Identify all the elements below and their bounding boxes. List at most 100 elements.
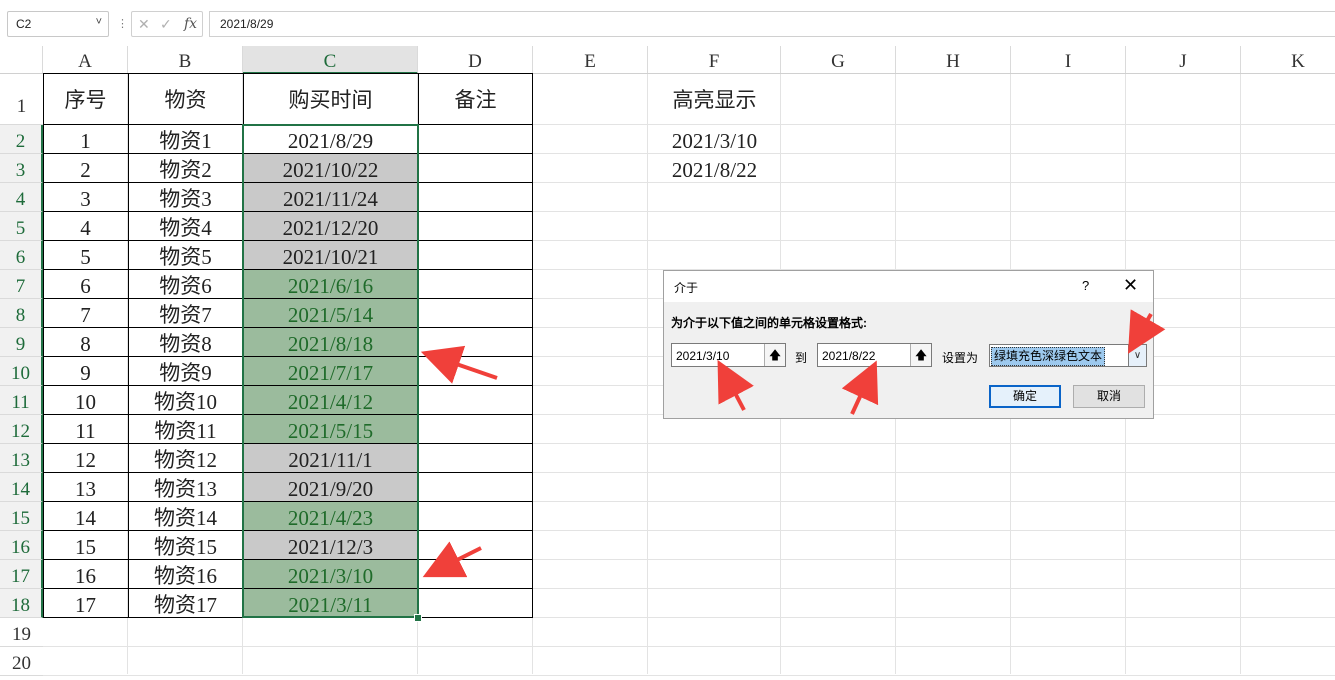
select-all-corner[interactable] <box>0 46 43 74</box>
cancel-icon[interactable]: ✕ <box>138 16 150 33</box>
row-header-5[interactable]: 5 <box>0 212 43 241</box>
row-header-8[interactable]: 8 <box>0 299 43 328</box>
row-header-6[interactable]: 6 <box>0 241 43 270</box>
chevron-down-icon[interactable]: ∨ <box>1128 345 1146 366</box>
row-header-9[interactable]: 9 <box>0 328 43 357</box>
table-cell[interactable]: 物资3 <box>128 183 243 212</box>
row-header-19[interactable]: 19 <box>0 618 43 647</box>
table-header-cell[interactable]: 备注 <box>418 74 533 125</box>
table-cell[interactable]: 16 <box>43 560 128 589</box>
table-border <box>43 443 128 444</box>
highlight-value[interactable]: 2021/8/22 <box>648 154 781 183</box>
row-header-4[interactable]: 4 <box>0 183 43 212</box>
table-cell[interactable]: 物资15 <box>128 531 243 560</box>
column-header-e[interactable]: E <box>533 46 648 74</box>
range-picker-icon[interactable]: 🡅 <box>764 344 785 366</box>
table-cell[interactable]: 物资1 <box>128 125 243 154</box>
column-header-f[interactable]: F <box>648 46 781 74</box>
gridline <box>1240 74 1241 674</box>
table-cell[interactable]: 物资8 <box>128 328 243 357</box>
table-cell[interactable]: 物资13 <box>128 473 243 502</box>
column-header-k[interactable]: K <box>1241 46 1335 74</box>
row-header-16[interactable]: 16 <box>0 531 43 560</box>
table-cell[interactable]: 物资2 <box>128 154 243 183</box>
table-cell[interactable]: 10 <box>43 386 128 415</box>
table-cell[interactable]: 物资12 <box>128 444 243 473</box>
cancel-button[interactable]: 取消 <box>1073 385 1145 408</box>
close-icon[interactable]: ✕ <box>1123 275 1138 296</box>
column-header-i[interactable]: I <box>1011 46 1126 74</box>
table-border <box>43 298 128 299</box>
to-value-field[interactable]: 2021/8/22 🡅 <box>817 343 932 367</box>
fill-handle[interactable] <box>414 614 422 622</box>
table-cell[interactable]: 物资6 <box>128 270 243 299</box>
column-header-h[interactable]: H <box>896 46 1011 74</box>
row-header-1[interactable]: 1 <box>0 74 43 125</box>
table-cell[interactable]: 9 <box>43 357 128 386</box>
to-value: 2021/8/22 <box>822 349 876 363</box>
table-cell[interactable]: 物资10 <box>128 386 243 415</box>
table-header-cell[interactable]: 购买时间 <box>243 74 418 125</box>
table-cell[interactable]: 物资17 <box>128 589 243 618</box>
range-picker-icon[interactable]: 🡅 <box>910 344 931 366</box>
highlight-header[interactable]: 高亮显示 <box>648 74 781 125</box>
row-header-13[interactable]: 13 <box>0 444 43 473</box>
table-border <box>43 414 128 415</box>
column-header-b[interactable]: B <box>128 46 243 74</box>
table-cell[interactable]: 8 <box>43 328 128 357</box>
table-cell[interactable]: 13 <box>43 473 128 502</box>
table-cell[interactable]: 物资16 <box>128 560 243 589</box>
table-cell[interactable]: 6 <box>43 270 128 299</box>
table-border <box>43 211 128 212</box>
table-cell[interactable]: 物资11 <box>128 415 243 444</box>
column-header-c[interactable]: C <box>243 46 418 74</box>
row-header-3[interactable]: 3 <box>0 154 43 183</box>
table-cell[interactable]: 1 <box>43 125 128 154</box>
column-header-a[interactable]: A <box>43 46 128 74</box>
table-cell[interactable]: 物资5 <box>128 241 243 270</box>
table-cell[interactable]: 物资4 <box>128 212 243 241</box>
chevron-down-icon[interactable]: ˅ <box>96 16 102 28</box>
check-icon[interactable]: ✓ <box>160 16 172 33</box>
table-cell[interactable]: 4 <box>43 212 128 241</box>
table-cell[interactable]: 物资7 <box>128 299 243 328</box>
from-value: 2021/3/10 <box>676 349 730 363</box>
table-header-cell[interactable]: 物资 <box>128 74 243 125</box>
row-header-2[interactable]: 2 <box>0 125 43 154</box>
table-cell[interactable]: 5 <box>43 241 128 270</box>
table-border <box>43 153 128 154</box>
table-cell[interactable]: 3 <box>43 183 128 212</box>
row-header-7[interactable]: 7 <box>0 270 43 299</box>
table-cell[interactable]: 2 <box>43 154 128 183</box>
row-header-14[interactable]: 14 <box>0 473 43 502</box>
column-header-j[interactable]: J <box>1126 46 1241 74</box>
column-header-g[interactable]: G <box>781 46 896 74</box>
highlight-value[interactable]: 2021/3/10 <box>648 125 781 154</box>
table-cell[interactable]: 物资9 <box>128 357 243 386</box>
row-header-11[interactable]: 11 <box>0 386 43 415</box>
drag-handle-icon[interactable]: ⋮ <box>117 17 128 30</box>
insert-function-icon[interactable]: fx <box>184 16 197 32</box>
row-header-12[interactable]: 12 <box>0 415 43 444</box>
row-header-17[interactable]: 17 <box>0 560 43 589</box>
table-cell[interactable]: 14 <box>43 502 128 531</box>
row-header-15[interactable]: 15 <box>0 502 43 531</box>
row-header-18[interactable]: 18 <box>0 589 43 618</box>
table-cell[interactable]: 15 <box>43 531 128 560</box>
help-icon[interactable]: ? <box>1082 278 1089 293</box>
table-cell[interactable]: 7 <box>43 299 128 328</box>
ok-button[interactable]: 确定 <box>989 385 1061 408</box>
column-header-d[interactable]: D <box>418 46 533 74</box>
table-header-cell[interactable]: 序号 <box>43 74 128 125</box>
name-box[interactable]: C2 ˅ <box>7 11 109 37</box>
formula-bar: C2 ˅ ⋮ ✕ ✓ fx 2021/8/29 <box>0 0 1335 46</box>
table-cell[interactable]: 12 <box>43 444 128 473</box>
row-header-20[interactable]: 20 <box>0 647 43 676</box>
table-cell[interactable]: 11 <box>43 415 128 444</box>
from-value-field[interactable]: 2021/3/10 🡅 <box>671 343 786 367</box>
table-cell[interactable]: 物资14 <box>128 502 243 531</box>
table-cell[interactable]: 17 <box>43 589 128 618</box>
format-select[interactable]: 绿填充色深绿色文本 ∨ <box>989 344 1147 367</box>
row-header-10[interactable]: 10 <box>0 357 43 386</box>
formula-input[interactable]: 2021/8/29 <box>209 11 1335 37</box>
